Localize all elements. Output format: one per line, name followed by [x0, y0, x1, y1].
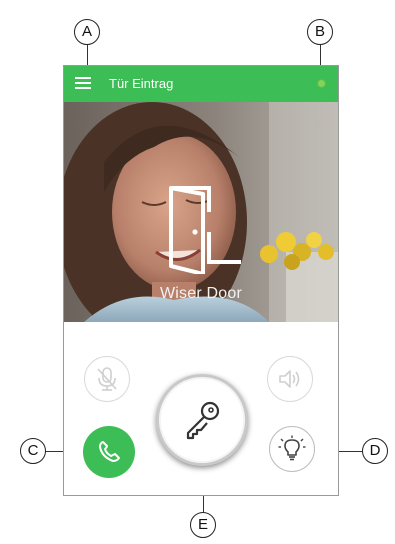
callout-a: A [74, 19, 100, 45]
callout-c: C [20, 438, 46, 464]
light-button[interactable] [269, 426, 315, 472]
app-title: Tür Eintrag [109, 76, 174, 91]
key-icon [186, 401, 220, 440]
open-door-icon [169, 186, 241, 274]
mute-microphone-button[interactable] [84, 356, 130, 402]
phone-icon [99, 441, 120, 462]
figure: Tür Eintrag Wiser Door A B C D E [0, 0, 395, 544]
speaker-button[interactable] [267, 356, 313, 402]
phone-screen: Tür Eintrag Wiser Door [63, 65, 339, 496]
answer-call-button[interactable] [83, 426, 135, 478]
connection-status-indicator [317, 79, 326, 88]
video-caption: Wiser Door [159, 285, 242, 302]
unlock-door-button[interactable] [156, 374, 248, 466]
mic-muted-icon [97, 367, 117, 391]
app-header: Tür Eintrag [64, 66, 338, 102]
light-bulb-icon [278, 435, 306, 461]
callout-b: B [307, 19, 333, 45]
door-camera-feed: Wiser Door [64, 102, 338, 322]
hamburger-menu-icon[interactable] [75, 77, 91, 90]
callout-e: E [190, 512, 216, 538]
speaker-icon [279, 370, 300, 388]
callout-d: D [362, 438, 388, 464]
